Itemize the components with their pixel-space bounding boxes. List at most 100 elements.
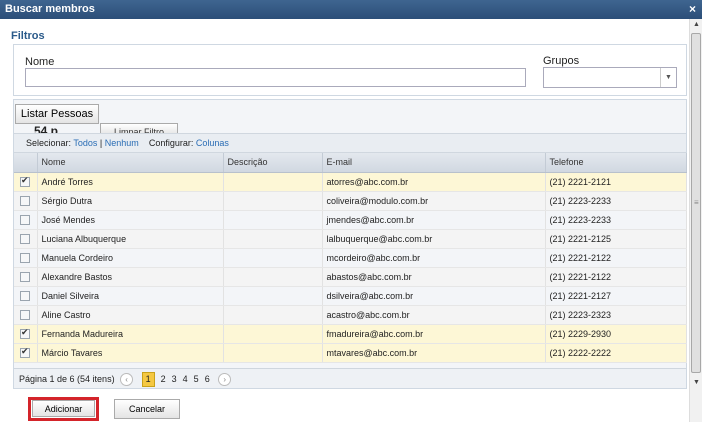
table-row[interactable]: Márcio Tavares mtavares@abc.com.br(21) 22… — [14, 343, 687, 363]
cell-email: dsilveira@abc.com.br — [322, 286, 546, 306]
cell-email: atorres@abc.com.br — [322, 172, 546, 192]
row-checkbox — [14, 248, 38, 268]
table-row[interactable]: Sérgio Dutra coliveira@modulo.com.br (21) … — [14, 191, 687, 211]
select-none-link[interactable]: Nenhum — [105, 138, 139, 148]
cell-description — [223, 267, 323, 287]
page-link-3[interactable]: 3 — [172, 369, 177, 389]
table-row[interactable]: Luciana Albuquerque lalbuquerque@abc.com.… — [14, 229, 687, 249]
cell-phone: (21) 2221-2125 — [545, 229, 687, 249]
cell-description — [223, 191, 323, 211]
prev-page-icon[interactable]: ‹ — [120, 373, 134, 387]
cell-email: mcordeiro@abc.com.br — [322, 248, 546, 268]
cell-description — [223, 305, 323, 325]
cell-email: coliveira@modulo.com.br — [322, 191, 546, 211]
cell-phone: (21) 2221-2121 — [545, 172, 687, 192]
cell-email: jmendes@abc.com.br — [322, 210, 546, 230]
cell-name: Sérgio Dutra — [37, 191, 224, 211]
cell-description — [223, 248, 323, 268]
cell-phone: (21) 2221-2122 — [545, 248, 687, 268]
cell-email: fmadureira@abc.com.br — [322, 324, 546, 344]
cell-phone: (21) 2229-2930 — [545, 324, 687, 344]
cell-name: Alexandre Bastos — [37, 267, 224, 287]
row-checkbox — [14, 267, 38, 287]
table-row[interactable]: Alexandre Bastos abastos@abc.com.br (21) 2… — [14, 267, 687, 287]
row-checkbox-input[interactable] — [20, 195, 30, 206]
dialog-titlebar: Buscar membros × — [0, 0, 702, 19]
row-checkbox — [14, 305, 38, 325]
cell-phone: (21) 2221-2122 — [545, 267, 687, 287]
header-description[interactable]: Descrição — [223, 153, 323, 173]
name-label: Nome — [25, 56, 55, 68]
table-header-row: Nome Descrição E-mail Telefone — [14, 153, 687, 173]
select-all-link[interactable]: Todos — [73, 138, 97, 148]
row-checkbox — [14, 210, 38, 230]
header-checkbox — [14, 153, 38, 173]
pager: Página 1 de 6 (54 itens) ‹ 123456 › — [14, 368, 686, 388]
cell-phone: (21) 2223-2233 — [545, 191, 687, 211]
close-icon[interactable]: × — [689, 2, 696, 16]
header-phone[interactable]: Telefone — [545, 153, 687, 173]
cancel-button[interactable]: Cancelar — [114, 399, 180, 419]
row-checkbox — [14, 191, 38, 211]
cell-name: Luciana Albuquerque — [37, 229, 224, 249]
vertical-scrollbar[interactable]: ▲ ≡ ▼ — [689, 19, 702, 422]
table-row[interactable]: Manuela Cordeiro mcordeiro@abc.com.br (21)… — [14, 248, 687, 268]
page-link-6[interactable]: 6 — [205, 369, 210, 389]
cell-name: André Torres — [37, 172, 224, 192]
name-input[interactable] — [25, 68, 526, 87]
cell-description — [223, 229, 323, 249]
toolbar-separator: | — [99, 138, 103, 148]
groups-select[interactable]: ▼ — [543, 67, 677, 88]
members-table: Nome Descrição E-mail Telefone André Tor… — [14, 153, 687, 363]
page-link-1[interactable]: 1 — [141, 372, 155, 387]
cell-phone: (21) 2221-2127 — [545, 286, 687, 306]
row-checkbox-input[interactable] — [20, 290, 30, 301]
cell-phone: (21) 2223-2323 — [545, 305, 687, 325]
configure-label: Configurar: — [148, 138, 194, 148]
chevron-down-icon[interactable]: ▼ — [660, 68, 676, 87]
row-checkbox-input[interactable] — [20, 214, 30, 225]
table-row[interactable]: Aline Castro acastro@abc.com.br (21) 2223-… — [14, 305, 687, 325]
page-link-2[interactable]: 2 — [161, 369, 166, 389]
grip-icon: ≡ — [694, 198, 699, 207]
cell-email: mtavares@abc.com.br — [322, 343, 546, 363]
table-row[interactable]: José Mendes jmendes@abc.com.br (21) 2223-2… — [14, 210, 687, 230]
table-row[interactable]: Daniel Silveira dsilveira@abc.com.br (21) … — [14, 286, 687, 306]
row-checkbox-input[interactable] — [20, 327, 30, 339]
result-count: 54 p... — [34, 124, 69, 133]
list-people-button[interactable]: Listar Pessoas — [15, 104, 99, 124]
cell-name: Daniel Silveira — [37, 286, 224, 306]
cell-description — [223, 172, 323, 192]
table-row[interactable]: Fernanda Madureira fmadureira@abc.com.br(… — [14, 324, 687, 344]
cell-name: José Mendes — [37, 210, 224, 230]
table-row[interactable]: André Torres atorres@abc.com.br(21) 2221-… — [14, 172, 687, 192]
clear-filter-button[interactable]: Limpar Filtro — [100, 123, 178, 133]
page-link-4[interactable]: 4 — [183, 369, 188, 389]
row-checkbox-input[interactable] — [20, 309, 30, 320]
next-page-icon[interactable]: › — [218, 373, 232, 387]
cell-name: Manuela Cordeiro — [37, 248, 224, 268]
cell-name: Aline Castro — [37, 305, 224, 325]
row-checkbox — [14, 229, 38, 249]
row-checkbox — [14, 172, 38, 192]
columns-link[interactable]: Colunas — [196, 138, 229, 148]
row-checkbox-input[interactable] — [20, 252, 30, 263]
cell-description — [223, 286, 323, 306]
scroll-up-icon[interactable]: ▲ — [693, 21, 700, 28]
header-name[interactable]: Nome — [37, 153, 224, 173]
header-email[interactable]: E-mail — [322, 153, 546, 173]
row-checkbox — [14, 286, 38, 306]
add-button[interactable]: Adicionar — [32, 400, 95, 417]
cell-email: lalbuquerque@abc.com.br — [322, 229, 546, 249]
page-link-5[interactable]: 5 — [194, 369, 199, 389]
pager-info: Página 1 de 6 (54 itens) — [19, 374, 115, 384]
scroll-down-icon[interactable]: ▼ — [693, 379, 700, 386]
row-checkbox-input[interactable] — [20, 175, 30, 187]
cell-email: abastos@abc.com.br — [322, 267, 546, 287]
scrollbar-thumb[interactable]: ≡ — [691, 33, 701, 373]
cell-phone: (21) 2223-2233 — [545, 210, 687, 230]
row-checkbox-input[interactable] — [20, 233, 30, 244]
row-checkbox-input[interactable] — [20, 271, 30, 282]
cell-description — [223, 343, 323, 363]
row-checkbox-input[interactable] — [20, 346, 30, 358]
